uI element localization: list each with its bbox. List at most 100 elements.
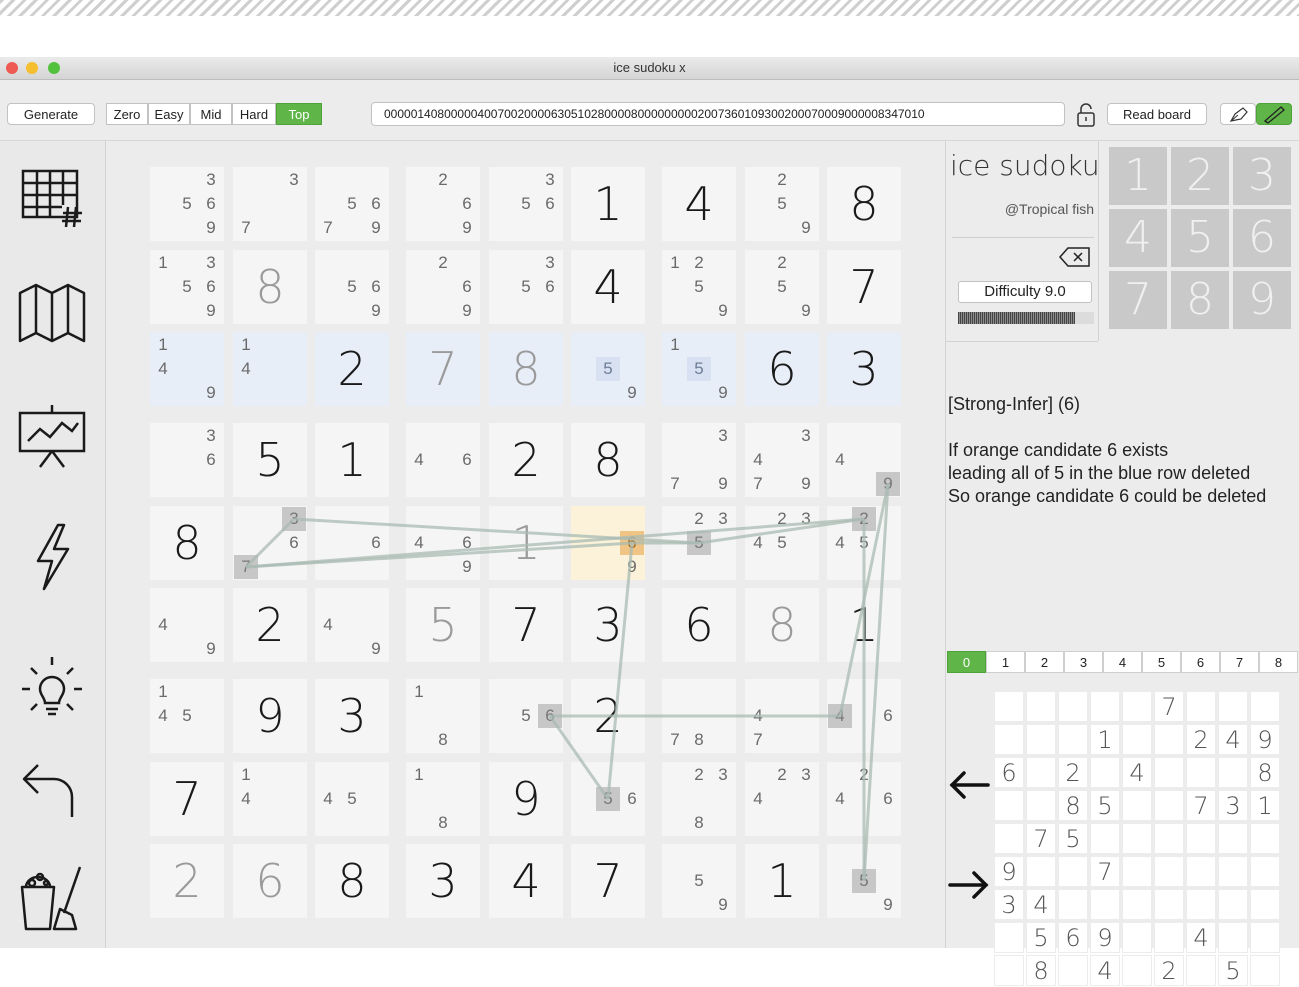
board-cell-r9c8[interactable]: 1 — [745, 844, 819, 918]
board-cell-r8c2[interactable]: 14 — [233, 762, 307, 836]
board-cell-r2c4[interactable]: 26 9 — [406, 250, 480, 324]
board-cell-r4c7[interactable]: 3 7 9 — [662, 423, 736, 497]
step-tab-8[interactable]: 8 — [1259, 651, 1298, 673]
board-cell-r9c5[interactable]: 4 — [489, 844, 563, 918]
board-cell-r3c5[interactable]: 8 — [489, 332, 563, 406]
board-cell-r7c6[interactable]: 2 — [571, 679, 645, 753]
board-cell-r6c7[interactable]: 6 — [662, 588, 736, 662]
difficulty-top-button[interactable]: Top — [276, 103, 322, 125]
board-cell-r2c5[interactable]: 356 — [489, 250, 563, 324]
board-cell-r6c5[interactable]: 7 — [489, 588, 563, 662]
board-cell-r6c6[interactable]: 3 — [571, 588, 645, 662]
board-cell-r3c6[interactable]: 59 — [571, 332, 645, 406]
board-cell-r3c1[interactable]: 1 4 9 — [150, 332, 224, 406]
puzzle-string-field[interactable]: 0000014080000040070020000630510280000800… — [371, 102, 1065, 126]
board-cell-r6c1[interactable]: 49 — [150, 588, 224, 662]
board-cell-r1c1[interactable]: 356 9 — [150, 167, 224, 241]
board-cell-r5c5[interactable]: 1 — [489, 506, 563, 580]
board-cell-r6c4[interactable]: 5 — [406, 588, 480, 662]
board-cell-r3c2[interactable]: 14 — [233, 332, 307, 406]
board-cell-r7c1[interactable]: 1 45 — [150, 679, 224, 753]
board-cell-r2c7[interactable]: 12 59 — [662, 250, 736, 324]
lock-icon[interactable] — [1073, 102, 1099, 128]
board-cell-r3c3[interactable]: 2 — [315, 332, 389, 406]
board-cell-r8c1[interactable]: 7 — [150, 762, 224, 836]
board-cell-r7c5[interactable]: 56 — [489, 679, 563, 753]
board-cell-r9c6[interactable]: 7 — [571, 844, 645, 918]
board-cell-r6c8[interactable]: 8 — [745, 588, 819, 662]
step-tab-4[interactable]: 4 — [1103, 651, 1142, 673]
read-board-button[interactable]: Read board — [1107, 103, 1207, 125]
numpad-key-7[interactable]: 7 — [1109, 271, 1167, 329]
lightning-icon[interactable] — [18, 523, 86, 591]
numpad-key-3[interactable]: 3 — [1233, 147, 1291, 205]
board-cell-r1c6[interactable]: 1 — [571, 167, 645, 241]
numpad-key-9[interactable]: 9 — [1233, 271, 1291, 329]
numpad-key-4[interactable]: 4 — [1109, 209, 1167, 267]
board-cell-r2c1[interactable]: 1 356 9 — [150, 250, 224, 324]
board-cell-r2c6[interactable]: 4 — [571, 250, 645, 324]
board-cell-r8c9[interactable]: 24 6 — [827, 762, 901, 836]
board-cell-r8c6[interactable]: 56 — [571, 762, 645, 836]
board-cell-r8c8[interactable]: 23 4 — [745, 762, 819, 836]
board-cell-r1c4[interactable]: 26 9 — [406, 167, 480, 241]
board-cell-r5c7[interactable]: 235 — [662, 506, 736, 580]
board-cell-r8c4[interactable]: 18 — [406, 762, 480, 836]
board-cell-r3c9[interactable]: 3 — [827, 332, 901, 406]
step-tab-7[interactable]: 7 — [1220, 651, 1259, 673]
board-cell-r7c3[interactable]: 3 — [315, 679, 389, 753]
step-tab-3[interactable]: 3 — [1064, 651, 1103, 673]
difficulty-easy-button[interactable]: Easy — [148, 103, 190, 125]
board-cell-r4c3[interactable]: 1 — [315, 423, 389, 497]
board-cell-r4c8[interactable]: 3 4 7 9 — [745, 423, 819, 497]
numpad-key-6[interactable]: 6 — [1233, 209, 1291, 267]
board-cell-r5c6[interactable]: 69 — [571, 506, 645, 580]
undo-icon[interactable] — [18, 759, 86, 827]
board-cell-r7c4[interactable]: 18 — [406, 679, 480, 753]
step-tab-0[interactable]: 0 — [947, 651, 986, 673]
board-cell-r9c4[interactable]: 3 — [406, 844, 480, 918]
clear-board-icon[interactable] — [18, 863, 86, 931]
numpad-key-8[interactable]: 8 — [1171, 271, 1229, 329]
board-cell-r2c9[interactable]: 7 — [827, 250, 901, 324]
board-cell-r2c3[interactable]: 56 9 — [315, 250, 389, 324]
sudoku-grid-icon[interactable] — [18, 163, 86, 231]
board-cell-r8c5[interactable]: 9 — [489, 762, 563, 836]
board-cell-r1c2[interactable]: 37 — [233, 167, 307, 241]
board-cell-r5c3[interactable]: 6 — [315, 506, 389, 580]
pen-tool-button[interactable] — [1220, 103, 1256, 125]
board-cell-r1c7[interactable]: 4 — [662, 167, 736, 241]
presentation-chart-icon[interactable] — [18, 403, 86, 471]
board-cell-r4c2[interactable]: 5 — [233, 423, 307, 497]
board-cell-r6c9[interactable]: 1 — [827, 588, 901, 662]
board-cell-r6c2[interactable]: 2 — [233, 588, 307, 662]
board-cell-r5c9[interactable]: 245 — [827, 506, 901, 580]
board-cell-r7c7[interactable]: 78 — [662, 679, 736, 753]
right-arrow-icon[interactable] — [948, 869, 990, 901]
step-tab-6[interactable]: 6 — [1181, 651, 1220, 673]
board-cell-r4c4[interactable]: 46 — [406, 423, 480, 497]
pencil-tool-button[interactable] — [1256, 103, 1292, 125]
board-cell-r9c1[interactable]: 2 — [150, 844, 224, 918]
board-cell-r9c3[interactable]: 8 — [315, 844, 389, 918]
board-cell-r4c5[interactable]: 2 — [489, 423, 563, 497]
board-cell-r2c2[interactable]: 8 — [233, 250, 307, 324]
board-cell-r5c8[interactable]: 23 45 — [745, 506, 819, 580]
left-arrow-icon[interactable] — [948, 769, 990, 801]
map-icon[interactable] — [18, 281, 86, 349]
board-cell-r7c2[interactable]: 9 — [233, 679, 307, 753]
step-tab-5[interactable]: 5 — [1142, 651, 1181, 673]
board-cell-r3c4[interactable]: 7 — [406, 332, 480, 406]
board-cell-r9c7[interactable]: 59 — [662, 844, 736, 918]
board-cell-r5c2[interactable]: 3 6 7 — [233, 506, 307, 580]
board-cell-r7c9[interactable]: 46 — [827, 679, 901, 753]
board-cell-r1c5[interactable]: 356 — [489, 167, 563, 241]
board-cell-r1c8[interactable]: 2 59 — [745, 167, 819, 241]
board-cell-r3c7[interactable]: 159 — [662, 332, 736, 406]
step-tab-1[interactable]: 1 — [986, 651, 1025, 673]
board-cell-r9c2[interactable]: 6 — [233, 844, 307, 918]
numpad-key-2[interactable]: 2 — [1171, 147, 1229, 205]
board-cell-r4c6[interactable]: 8 — [571, 423, 645, 497]
board-cell-r8c7[interactable]: 23 8 — [662, 762, 736, 836]
difficulty-hard-button[interactable]: Hard — [232, 103, 276, 125]
